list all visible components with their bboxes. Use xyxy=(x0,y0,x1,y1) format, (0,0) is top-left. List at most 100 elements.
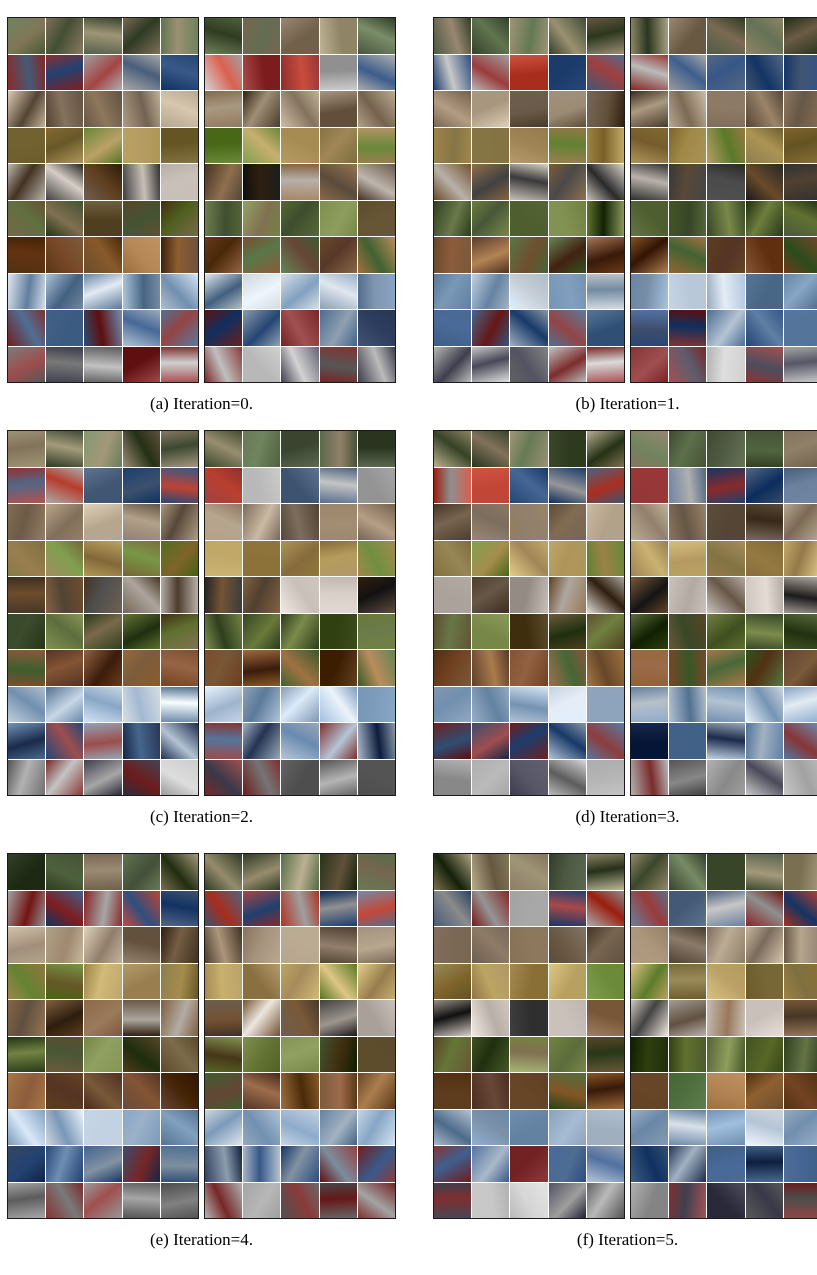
image-tile xyxy=(745,1036,783,1072)
image-tile xyxy=(84,127,122,163)
image-tile xyxy=(510,504,548,540)
image-tile xyxy=(434,467,472,503)
image-tile xyxy=(8,504,46,540)
image-tile xyxy=(669,54,707,90)
image-tile xyxy=(8,613,46,649)
image-tile xyxy=(548,504,586,540)
image-tile xyxy=(160,963,198,999)
image-tile xyxy=(319,1000,357,1036)
image-tile xyxy=(160,346,198,382)
image-tile xyxy=(783,890,817,926)
image-tile xyxy=(8,1073,46,1109)
image-tile xyxy=(281,237,319,273)
image-tile xyxy=(745,237,783,273)
image-tile xyxy=(434,1182,472,1218)
image-tile xyxy=(548,854,586,890)
image-tile xyxy=(669,577,707,613)
image-tile xyxy=(205,540,243,576)
image-tile xyxy=(8,759,46,795)
image-tile xyxy=(434,1000,472,1036)
image-tile xyxy=(205,759,243,795)
image-tile xyxy=(160,273,198,309)
image-tile xyxy=(281,1146,319,1182)
image-tile xyxy=(122,1146,160,1182)
image-tile xyxy=(46,686,84,722)
image-tile xyxy=(281,540,319,576)
image-tile xyxy=(319,200,357,236)
image-tile xyxy=(243,237,281,273)
image-tile xyxy=(357,650,395,686)
image-tile xyxy=(205,91,243,127)
image-tile xyxy=(319,346,357,382)
image-tile xyxy=(669,1146,707,1182)
image-tile xyxy=(586,927,624,963)
image-tile xyxy=(46,854,84,890)
image-tile xyxy=(669,686,707,722)
image-tile xyxy=(205,237,243,273)
image-tile xyxy=(631,504,669,540)
image-tile xyxy=(319,237,357,273)
image-tile xyxy=(707,200,745,236)
image-tile xyxy=(46,91,84,127)
image-tile xyxy=(243,18,281,54)
image-tile xyxy=(783,759,817,795)
image-tile xyxy=(8,164,46,200)
image-tile xyxy=(160,54,198,90)
image-tile xyxy=(631,540,669,576)
panel-caption: (e) Iteration=4. xyxy=(149,1230,254,1249)
image-tile xyxy=(243,1109,281,1145)
image-tile xyxy=(707,613,745,649)
image-tile xyxy=(707,54,745,90)
image-tile xyxy=(745,127,783,163)
image-tile xyxy=(243,127,281,163)
image-tile xyxy=(510,1182,548,1218)
image-tile xyxy=(669,310,707,346)
image-tile xyxy=(548,164,586,200)
image-tile xyxy=(669,164,707,200)
image-tile xyxy=(548,890,586,926)
image-tile xyxy=(434,890,472,926)
image-tile xyxy=(745,1000,783,1036)
image-tile xyxy=(586,1036,624,1072)
image-tile xyxy=(631,613,669,649)
image-tile xyxy=(510,686,548,722)
image-tile xyxy=(319,467,357,503)
image-tile xyxy=(669,127,707,163)
image-tile xyxy=(319,1182,357,1218)
image-tile xyxy=(205,963,243,999)
image-tile xyxy=(160,200,198,236)
image-tile xyxy=(357,723,395,759)
image-tile xyxy=(472,650,510,686)
image-tile xyxy=(510,540,548,576)
image-tile xyxy=(8,927,46,963)
image-tile xyxy=(510,164,548,200)
image-tile xyxy=(319,759,357,795)
image-tile xyxy=(357,890,395,926)
image-tile xyxy=(160,1109,198,1145)
image-tile xyxy=(745,200,783,236)
image-tile xyxy=(46,577,84,613)
image-tile xyxy=(669,1036,707,1072)
image-tile xyxy=(783,1000,817,1036)
image-tile xyxy=(434,273,472,309)
image-tile xyxy=(122,927,160,963)
image-tile xyxy=(160,18,198,54)
image-tile xyxy=(122,759,160,795)
image-tile xyxy=(281,759,319,795)
image-tile xyxy=(84,1036,122,1072)
image-tile xyxy=(205,1073,243,1109)
image-tile xyxy=(281,18,319,54)
image-tile xyxy=(160,91,198,127)
image-tile xyxy=(122,310,160,346)
image-tile xyxy=(122,890,160,926)
image-tile xyxy=(631,927,669,963)
image-grid-left xyxy=(433,853,625,1219)
image-tile xyxy=(631,127,669,163)
image-tile xyxy=(281,890,319,926)
image-grid-left xyxy=(433,17,625,383)
panel-caption: (b) Iteration=1. xyxy=(575,394,680,413)
image-tile xyxy=(122,723,160,759)
image-tile xyxy=(357,963,395,999)
image-tile xyxy=(357,273,395,309)
image-tile xyxy=(669,467,707,503)
